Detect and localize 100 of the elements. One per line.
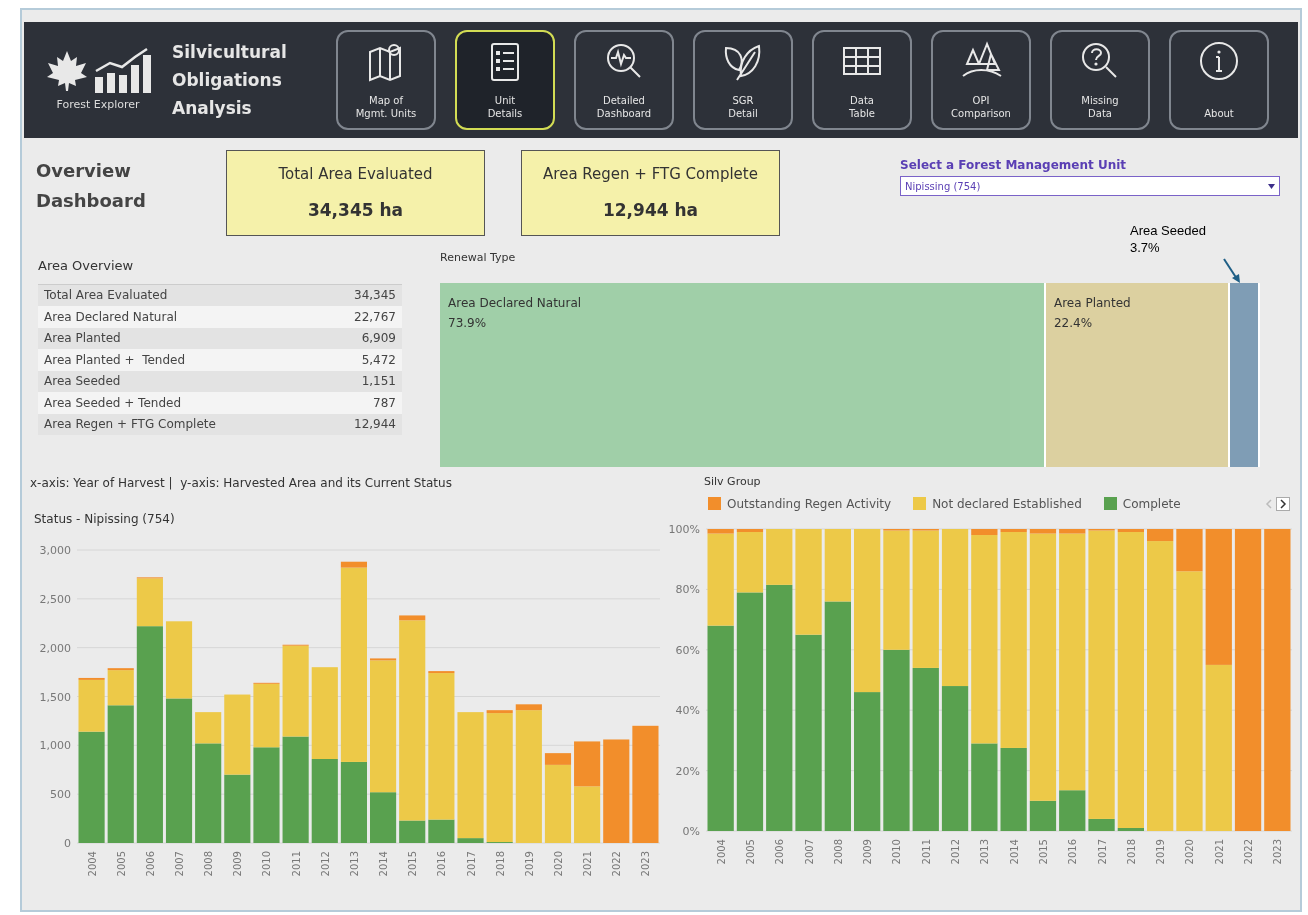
nav-button[interactable]: About: [1169, 30, 1269, 130]
axis-label: 2019: [1155, 838, 1167, 864]
axis-label: 2022: [1243, 838, 1255, 864]
chart-caption: x-axis: Year of Harvest | y-axis: Harvested Area and its Current Status: [30, 475, 453, 492]
axis-label: 2010: [891, 838, 903, 864]
chart-title: Status - Nipissing (754): [34, 511, 176, 528]
axis-label: 2020: [552, 851, 564, 877]
segment-label: 22.4%: [1053, 314, 1094, 332]
axis-label: 2,000: [39, 641, 71, 655]
axis-label: 2020: [1184, 838, 1196, 864]
axis-label: 2014: [378, 851, 390, 877]
nav-button[interactable]: SGR Detail: [693, 30, 793, 130]
field-label: Select a Forest Management Unit: [900, 157, 1128, 174]
axis-label: 1,000: [39, 739, 71, 753]
table-cell-text: Area Planted: [44, 330, 121, 348]
axis-label: 2011: [920, 838, 932, 864]
axis-label: 2011: [290, 851, 302, 877]
axis-label: 2015: [407, 851, 419, 877]
axis-label: 20%: [675, 764, 700, 778]
axis-label: 2006: [774, 838, 786, 864]
axis-label: 100%: [668, 522, 700, 536]
axis-label: 2005: [115, 851, 127, 877]
table-cell-text: Area Planted + Tended: [44, 351, 186, 369]
axis-label: 2016: [436, 851, 448, 877]
table-cell-text: Total Area Evaluated: [44, 287, 168, 305]
axis-label: 60%: [675, 643, 700, 657]
axis-label: 2004: [715, 838, 727, 864]
section-title: Renewal Type: [440, 250, 517, 266]
nav-button[interactable]: Detailed Dashboard: [574, 30, 674, 130]
section-title: Area Overview: [38, 257, 135, 275]
axis-label: 500: [50, 788, 71, 802]
axis-label: 2018: [494, 851, 506, 877]
unit-dropdown[interactable]: Nipissing (754): [900, 176, 1280, 196]
axis-label: 0%: [682, 824, 700, 838]
app-name: Forest Explorer: [56, 96, 140, 113]
table-cell-text: 1,151: [361, 373, 396, 391]
axis-label: 2013: [348, 851, 360, 877]
axis-label: 80%: [675, 582, 700, 596]
app-title: Silvicultural Obligations Analysis: [172, 41, 288, 120]
axis-label: 2004: [86, 851, 98, 877]
axis-label: 2007: [174, 851, 185, 877]
axis-label: 40%: [675, 703, 700, 717]
kpi-label: Total Area Evaluated: [278, 164, 433, 185]
axis-label: 2,500: [39, 592, 71, 606]
axis-label: 2023: [640, 851, 652, 877]
table-cell-text: 787: [373, 394, 396, 412]
kpi-value: 34,345 ha: [307, 198, 404, 222]
nav-button[interactable]: Missing Data: [1050, 30, 1150, 130]
axis-label: 2016: [1067, 838, 1079, 864]
table-cell-text: Area Declared Natural: [44, 308, 178, 326]
kpi-label: Area Regen + FTG Complete: [543, 164, 758, 185]
axis-label: 2022: [611, 851, 623, 877]
segment-label: 73.9%: [448, 314, 488, 332]
axis-label: 2010: [261, 851, 273, 877]
axis-label: 2012: [950, 838, 962, 864]
segment-label: Area Planted: [1053, 294, 1132, 312]
axis-label: 3,000: [39, 544, 71, 557]
axis-label: 2009: [232, 851, 244, 877]
nav-button[interactable]: Unit Details: [455, 30, 555, 130]
axis-label: 2009: [862, 838, 874, 864]
table-cell-text: Area Regen + FTG Complete: [44, 416, 216, 434]
axis-label: 2017: [1096, 838, 1108, 864]
axis-label: 2008: [203, 851, 215, 877]
page-title: Overview Dashboard: [36, 159, 147, 213]
axis-label: 2017: [465, 851, 477, 877]
dropdown-arrow-icon: [1268, 183, 1275, 189]
table-cell-text: Area Seeded + Tended: [44, 394, 181, 412]
axis-label: 2023: [1272, 838, 1284, 864]
axis-label: 2005: [744, 838, 756, 864]
legend-label: Complete: [1122, 495, 1181, 513]
nav-button[interactable]: Map of Mgmt. Units: [336, 30, 436, 130]
axis-label: 2012: [319, 851, 331, 877]
axis-label: 2008: [832, 838, 844, 864]
axis-label: 2018: [1125, 838, 1137, 864]
table-cell-text: 12,944: [354, 416, 396, 434]
nav-button[interactable]: Data Table: [812, 30, 912, 130]
segment-label: Area Declared Natural: [448, 294, 583, 312]
axis-label: 2021: [1213, 838, 1225, 864]
axis-label: 2014: [1008, 838, 1020, 864]
legend-label: Outstanding Regen Activity: [727, 495, 892, 513]
callout-arrow: [1223, 258, 1240, 283]
table-cell-text: 6,909: [361, 330, 396, 348]
callout-label: 3.7%: [1130, 239, 1160, 256]
axis-label: 2021: [582, 851, 594, 877]
legend-label: Not declared Established: [932, 495, 1082, 513]
axis-label: 2013: [979, 838, 991, 864]
bar-chart-icon: [93, 46, 151, 93]
axis-label: 2007: [803, 838, 815, 864]
kpi-value: 12,944 ha: [602, 198, 699, 222]
axis-label: 0: [64, 837, 71, 850]
axis-label: 2015: [1037, 838, 1049, 864]
nav-button[interactable]: OPI Comparison: [931, 30, 1031, 130]
table-cell-text: 34,345: [354, 287, 396, 305]
legend-title: Silv Group: [704, 474, 762, 490]
axis-label: 2019: [523, 851, 535, 877]
callout-label: Area Seeded: [1130, 222, 1206, 239]
axis-label: 1,500: [39, 690, 71, 704]
axis-label: 2006: [144, 851, 156, 877]
table-cell-text: Area Seeded: [44, 373, 121, 391]
table-cell-text: 22,767: [354, 308, 396, 326]
